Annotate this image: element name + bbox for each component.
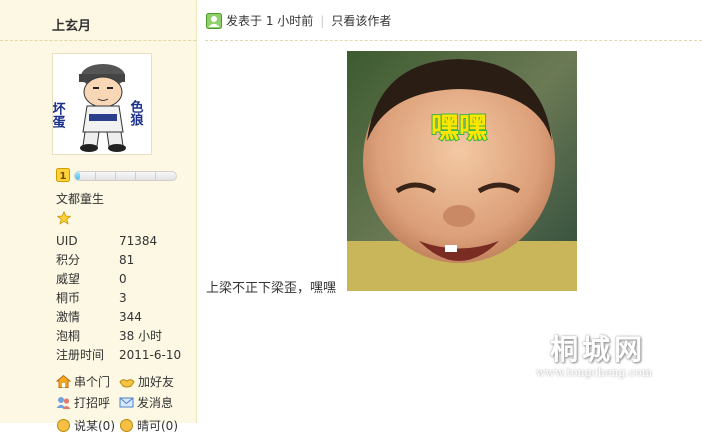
stat-row-uid: UID 71384 xyxy=(56,233,181,252)
author-name[interactable]: 上玄月 xyxy=(52,15,91,34)
post-time: 发表于 1 小时前 xyxy=(226,14,314,28)
stat-row-register-date: 注册时间 2011-6-10 xyxy=(56,347,181,366)
level-progress-fill xyxy=(75,172,81,180)
stat-row-passion: 激情 344 xyxy=(56,309,181,328)
poke-label: 打招呼 xyxy=(74,396,111,410)
more-label-1: 说某(0) xyxy=(74,419,115,433)
rank-title: 文都童生 xyxy=(56,192,105,206)
add-friend-label: 加好友 xyxy=(138,375,175,389)
stat-value: 2011-6-10 xyxy=(119,348,182,362)
only-author-link[interactable]: 只看该作者 xyxy=(331,12,391,29)
stat-label: 激情 xyxy=(56,310,81,324)
more-link-1[interactable]: 说某(0) xyxy=(56,417,115,434)
stat-label: 泡桐 xyxy=(56,329,81,343)
avatar-text-right: 色狼 xyxy=(128,99,145,127)
post-photo[interactable]: 嘿嘿 xyxy=(347,51,577,291)
avatar[interactable]: 坏蛋 色狼 xyxy=(52,53,152,155)
avatar-text-left: 坏蛋 xyxy=(53,101,65,129)
svg-text:1: 1 xyxy=(60,171,67,182)
more-link-2[interactable]: 晴可(0) xyxy=(119,417,178,434)
stat-label: 注册时间 xyxy=(56,348,105,362)
stat-value: 81 xyxy=(119,253,135,267)
mail-icon xyxy=(119,397,134,408)
post-text: 上梁不正下梁歪，嘿嘿 xyxy=(206,281,337,296)
poke-link[interactable]: 打招呼 xyxy=(56,394,110,411)
badge-icon xyxy=(120,419,133,432)
stat-label: 桐币 xyxy=(56,291,81,305)
header-separator: | xyxy=(320,13,325,28)
users-icon xyxy=(56,397,71,409)
post-header-divider xyxy=(205,40,702,41)
watermark-title: 桐城网 xyxy=(550,333,647,366)
add-friend-link[interactable]: 加好友 xyxy=(119,373,174,390)
stat-label: UID xyxy=(56,234,78,248)
stat-value: 0 xyxy=(119,272,127,286)
more-label-2: 晴可(0) xyxy=(137,419,178,433)
rank-star-icon xyxy=(57,211,71,225)
visit-link[interactable]: 串个门 xyxy=(56,373,110,390)
stat-value: 38 小时 xyxy=(119,329,163,343)
stat-row-online-time: 泡桐 38 小时 xyxy=(56,328,181,347)
stat-row-points: 积分 81 xyxy=(56,252,181,271)
user-online-icon xyxy=(206,12,222,29)
post-header: 发表于 1 小时前 | 只看该作者 xyxy=(206,12,391,29)
send-message-label: 发消息 xyxy=(137,396,174,410)
stat-value[interactable]: 71384 xyxy=(119,233,157,252)
stat-value: 3 xyxy=(119,291,127,305)
site-watermark: 桐城网 www.tongcheng.com xyxy=(536,328,652,379)
home-icon xyxy=(56,374,71,388)
sidebar-divider xyxy=(0,40,196,41)
watermark-url: www.tongcheng.com xyxy=(536,366,653,379)
photo-caption: 嘿嘿 xyxy=(431,111,487,144)
visit-label: 串个门 xyxy=(74,375,111,389)
author-sidebar: 上玄月 坏蛋 色狼 1 文都童生 UID 71384 积分 81 威望 0 桐币… xyxy=(0,0,197,433)
badge-icon xyxy=(57,419,70,432)
level-progress-bar xyxy=(74,171,177,181)
stat-row-prestige: 威望 0 xyxy=(56,271,181,290)
send-message-link[interactable]: 发消息 xyxy=(119,394,173,411)
stat-label: 积分 xyxy=(56,253,81,267)
author-stats: UID 71384 积分 81 威望 0 桐币 3 激情 344 泡桐 38 小… xyxy=(56,233,181,366)
stat-label: 威望 xyxy=(56,272,81,286)
handshake-icon xyxy=(119,379,135,388)
level-star-icon: 1 xyxy=(56,168,70,182)
stat-value: 344 xyxy=(119,310,142,324)
stat-row-coins: 桐币 3 xyxy=(56,290,181,309)
